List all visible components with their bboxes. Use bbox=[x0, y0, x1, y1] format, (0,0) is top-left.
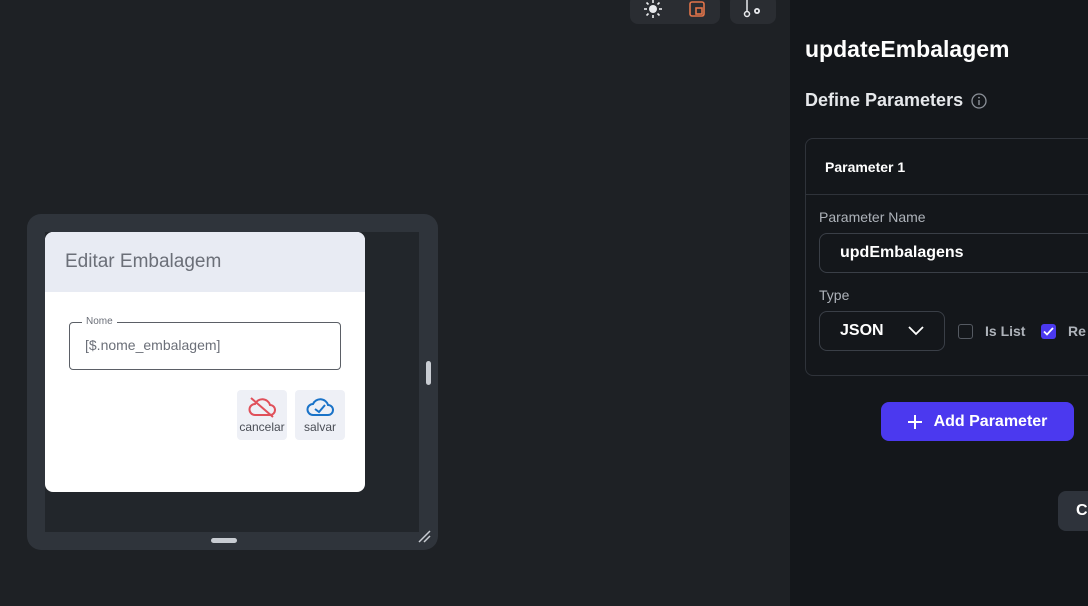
sun-icon[interactable] bbox=[642, 0, 664, 20]
add-parameter-button[interactable]: Add Parameter bbox=[881, 402, 1074, 441]
cancel-label: cancelar bbox=[239, 420, 285, 434]
parameter-name-input[interactable]: updEmbalagens bbox=[819, 233, 1088, 273]
parameter-card-title: Parameter 1 bbox=[825, 158, 906, 175]
bottom-resize-handle[interactable] bbox=[211, 538, 237, 543]
toolbar-group-settings bbox=[730, 0, 776, 24]
save-label: salvar bbox=[303, 420, 336, 434]
type-label: Type bbox=[819, 287, 850, 303]
save-button[interactable]: salvar bbox=[295, 390, 345, 440]
cloud-off-icon bbox=[248, 397, 276, 418]
function-title: updateEmbalagem bbox=[805, 36, 1010, 62]
is-list-box[interactable] bbox=[958, 323, 973, 339]
nome-field-label: Nome bbox=[82, 316, 117, 327]
parameter-card-header[interactable]: Parameter 1 bbox=[806, 139, 1088, 195]
canvas-toolbar bbox=[630, 0, 776, 24]
confirm-button-label: C bbox=[1076, 502, 1088, 519]
dialog-actions: cancelar salvar bbox=[237, 390, 345, 440]
dialog-header: Editar Embalagem bbox=[45, 232, 365, 292]
parameter-name-label: Parameter Name bbox=[819, 209, 926, 225]
chevron-down-icon bbox=[908, 326, 924, 336]
section-title: Define Parameters bbox=[805, 90, 987, 111]
info-icon[interactable] bbox=[971, 92, 987, 109]
layout-icon[interactable] bbox=[686, 0, 708, 20]
parameter-card: Parameter 1 Parameter Name updEmbalagens… bbox=[805, 138, 1088, 376]
cancel-button[interactable]: cancelar bbox=[237, 390, 287, 440]
resize-grip-icon[interactable] bbox=[416, 528, 432, 544]
add-parameter-label: Add Parameter bbox=[933, 412, 1048, 430]
plus-icon bbox=[907, 414, 922, 429]
properties-panel: updateEmbalagem Define Parameters Parame… bbox=[790, 0, 1088, 606]
dialog-title: Editar Embalagem bbox=[65, 251, 222, 272]
required-checkbox[interactable]: Re bbox=[1041, 323, 1086, 339]
required-label: Re bbox=[1068, 323, 1086, 339]
type-select[interactable]: JSON bbox=[819, 311, 945, 351]
section-title-text: Define Parameters bbox=[805, 90, 964, 110]
type-select-value: JSON bbox=[840, 322, 884, 339]
scroll-handle[interactable] bbox=[426, 361, 431, 385]
nome-field-value: [$.nome_embalagem] bbox=[85, 337, 221, 353]
check-icon bbox=[1043, 326, 1054, 336]
cloud-check-icon bbox=[306, 398, 334, 416]
nome-field[interactable]: Nome [$.nome_embalagem] bbox=[69, 316, 341, 370]
confirm-button[interactable]: C bbox=[1058, 491, 1088, 531]
edit-dialog: Editar Embalagem Nome [$.nome_embalagem]… bbox=[45, 232, 365, 492]
toolbar-group-view bbox=[630, 0, 720, 24]
is-list-checkbox[interactable]: Is List bbox=[958, 323, 1025, 339]
is-list-label: Is List bbox=[985, 323, 1026, 339]
canvas: Editar Embalagem Nome [$.nome_embalagem]… bbox=[0, 0, 790, 606]
required-box[interactable] bbox=[1041, 323, 1056, 339]
branch-settings-icon[interactable] bbox=[742, 0, 764, 20]
